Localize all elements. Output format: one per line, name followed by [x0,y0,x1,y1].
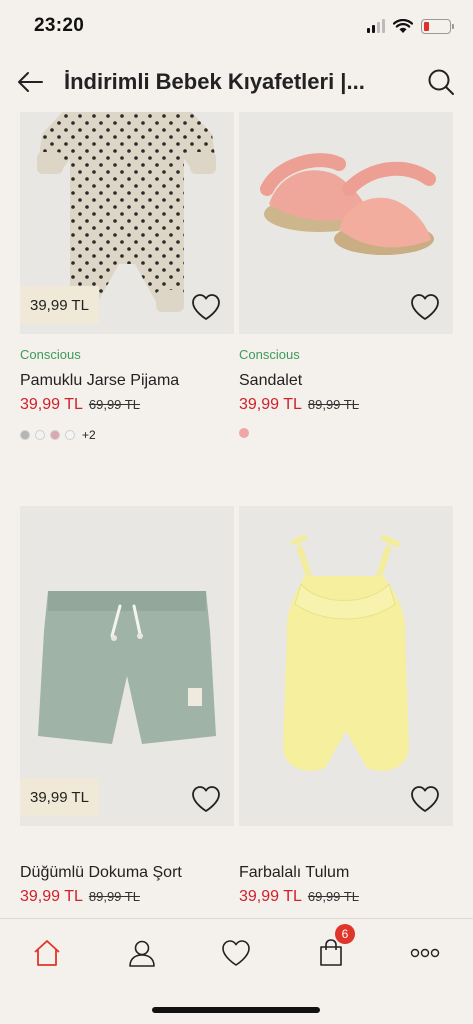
search-icon [428,69,454,95]
product-prices: 39,99 TL 69,99 TL [20,396,234,414]
sale-price: 39,99 TL [239,888,302,905]
status-icons [367,18,454,34]
sale-price: 39,99 TL [239,396,302,413]
favorites-icon [222,940,250,966]
product-name[interactable]: Sandalet [239,372,453,390]
sale-price: 39,99 TL [20,888,83,905]
product-card[interactable]: 39,99 TL Conscious Pamuklu Jarse Pijama … [20,112,234,442]
romper-image [283,535,409,771]
original-price: 89,99 TL [307,397,359,412]
more-colors[interactable]: +2 [82,428,96,442]
home-indicator [152,1007,320,1013]
product-image[interactable] [239,506,453,826]
original-price: 89,99 TL [88,889,140,904]
heart-icon[interactable] [190,292,222,322]
heart-icon[interactable] [409,292,441,322]
product-prices: 39,99 TL 89,99 TL [239,396,453,414]
cart-count-badge: 6 [335,924,355,944]
product-prices: 39,99 TL 69,99 TL [239,888,453,906]
product-grid: 39,99 TL Conscious Pamuklu Jarse Pijama … [0,112,473,918]
search-button[interactable] [423,64,459,100]
tab-home[interactable] [27,933,67,973]
page-title: İndirimli Bebek Kıyafetleri |... [64,69,365,94]
image-price-tag: 39,99 TL [20,778,99,816]
product-card[interactable]: 39,99 TL Düğümlü Dokuma Şort 39,99 TL 89… [20,506,234,906]
arrow-left-icon [18,72,43,92]
product-image[interactable]: 39,99 TL [20,506,234,826]
wifi-icon [393,18,413,33]
color-swatch[interactable] [239,428,249,438]
image-price-tag: 39,99 TL [20,286,99,324]
app-header: İndirimli Bebek Kıyafetleri |... [0,52,473,112]
product-card[interactable]: Farbalalı Tulum 39,99 TL 69,99 TL [239,506,453,906]
more-icon [410,948,440,958]
heart-icon[interactable] [190,784,222,814]
status-bar: 23:20 [0,0,473,52]
conscious-badge: Conscious [20,347,81,362]
color-swatch[interactable] [50,430,60,440]
tab-more[interactable] [405,933,445,973]
product-name[interactable]: Pamuklu Jarse Pijama [20,372,234,390]
color-swatches: +2 [20,428,234,442]
conscious-badge [239,839,453,855]
sale-price: 39,99 TL [20,396,83,413]
color-swatch[interactable] [35,430,45,440]
heart-icon[interactable] [409,784,441,814]
product-image[interactable]: 39,99 TL [20,112,234,334]
product-image[interactable] [239,112,453,334]
battery-icon [421,18,454,34]
original-price: 69,99 TL [88,397,140,412]
tab-cart[interactable]: 6 [311,924,355,973]
home-icon [34,940,60,966]
original-price: 69,99 TL [307,889,359,904]
product-prices: 39,99 TL 89,99 TL [20,888,234,906]
tab-favorites[interactable] [216,933,256,973]
product-name[interactable]: Farbalalı Tulum [239,864,453,882]
color-swatch[interactable] [20,430,30,440]
conscious-badge [20,839,234,855]
status-time: 23:20 [34,15,85,36]
product-name[interactable]: Düğümlü Dokuma Şort [20,864,234,882]
profile-icon [129,940,155,967]
conscious-badge: Conscious [239,347,300,362]
product-card[interactable]: Conscious Sandalet 39,99 TL 89,99 TL [239,112,453,438]
color-swatch[interactable] [65,430,75,440]
tab-profile[interactable] [122,933,162,973]
back-button[interactable] [14,66,46,98]
color-swatches [239,428,453,438]
signal-icon [367,19,385,33]
